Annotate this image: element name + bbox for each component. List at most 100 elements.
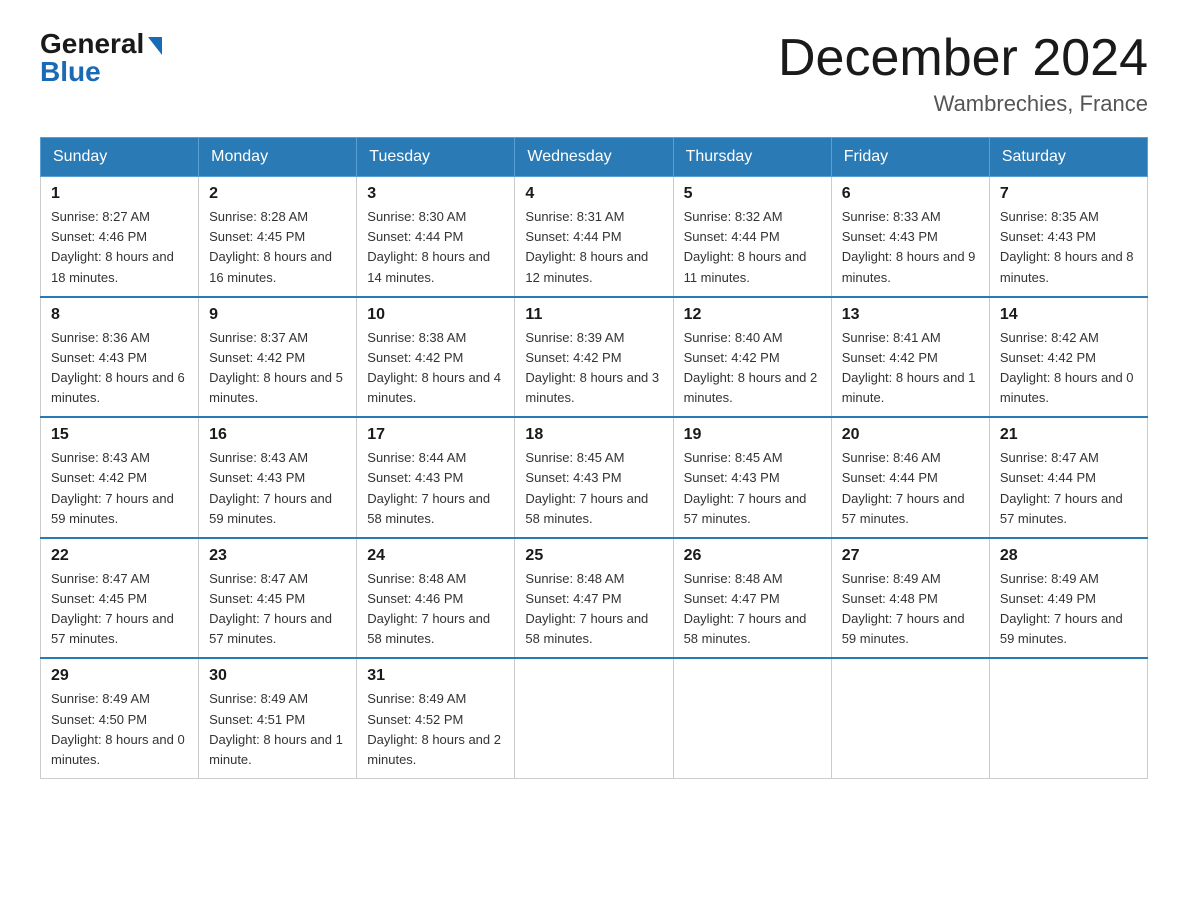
calendar-cell: 15Sunrise: 8:43 AMSunset: 4:42 PMDayligh… <box>41 417 199 538</box>
week-row-5: 29 Sunrise: 8:49 AMSunset: 4:50 PMDayligh… <box>41 658 1148 778</box>
day-info: Sunrise: 8:27 AMSunset: 4:46 PMDaylight:… <box>51 207 188 288</box>
calendar-cell: 3Sunrise: 8:30 AMSunset: 4:44 PMDaylight… <box>357 177 515 297</box>
calendar-cell <box>989 658 1147 778</box>
day-info: Sunrise: 8:48 AMSunset: 4:47 PMDaylight:… <box>684 569 821 650</box>
logo-general: General <box>40 30 144 58</box>
day-number: 28 <box>1000 547 1137 565</box>
day-info: Sunrise: 8:28 AMSunset: 4:45 PMDaylight:… <box>209 207 346 288</box>
day-number: 20 <box>842 426 979 444</box>
day-info: Sunrise: 8:33 AMSunset: 4:43 PMDaylight:… <box>842 207 979 288</box>
day-number: 9 <box>209 306 346 324</box>
day-number: 31 <box>367 667 504 685</box>
day-info: Sunrise: 8:44 AMSunset: 4:43 PMDaylight:… <box>367 448 504 529</box>
calendar-cell: 27 Sunrise: 8:49 AMSunset: 4:48 PMDayligh… <box>831 538 989 659</box>
weekday-header-tuesday: Tuesday <box>357 138 515 177</box>
week-row-4: 22 Sunrise: 8:47 AMSunset: 4:45 PMDayligh… <box>41 538 1148 659</box>
day-info: Sunrise: 8:32 AMSunset: 4:44 PMDaylight:… <box>684 207 821 288</box>
calendar-cell: 5 Sunrise: 8:32 AMSunset: 4:44 PMDaylight… <box>673 177 831 297</box>
day-info: Sunrise: 8:45 AMSunset: 4:43 PMDaylight:… <box>525 448 662 529</box>
calendar-cell: 26 Sunrise: 8:48 AMSunset: 4:47 PMDayligh… <box>673 538 831 659</box>
day-number: 7 <box>1000 185 1137 203</box>
weekday-header-friday: Friday <box>831 138 989 177</box>
calendar-cell: 24 Sunrise: 8:48 AMSunset: 4:46 PMDayligh… <box>357 538 515 659</box>
calendar-table: SundayMondayTuesdayWednesdayThursdayFrid… <box>40 137 1148 779</box>
calendar-cell: 19Sunrise: 8:45 AMSunset: 4:43 PMDayligh… <box>673 417 831 538</box>
day-info: Sunrise: 8:45 AMSunset: 4:43 PMDaylight:… <box>684 448 821 529</box>
logo: General Blue <box>40 30 162 86</box>
day-number: 23 <box>209 547 346 565</box>
day-info: Sunrise: 8:49 AMSunset: 4:50 PMDaylight:… <box>51 689 188 770</box>
day-number: 14 <box>1000 306 1137 324</box>
day-info: Sunrise: 8:38 AMSunset: 4:42 PMDaylight:… <box>367 328 504 409</box>
day-number: 11 <box>525 306 662 324</box>
day-info: Sunrise: 8:42 AMSunset: 4:42 PMDaylight:… <box>1000 328 1137 409</box>
day-number: 25 <box>525 547 662 565</box>
day-info: Sunrise: 8:49 AMSunset: 4:49 PMDaylight:… <box>1000 569 1137 650</box>
calendar-cell: 31 Sunrise: 8:49 AMSunset: 4:52 PMDayligh… <box>357 658 515 778</box>
calendar-cell: 7Sunrise: 8:35 AMSunset: 4:43 PMDaylight… <box>989 177 1147 297</box>
calendar-cell: 16 Sunrise: 8:43 AMSunset: 4:43 PMDayligh… <box>199 417 357 538</box>
day-number: 12 <box>684 306 821 324</box>
calendar-cell: 28 Sunrise: 8:49 AMSunset: 4:49 PMDayligh… <box>989 538 1147 659</box>
weekday-header-monday: Monday <box>199 138 357 177</box>
logo-arrow-icon <box>148 37 162 55</box>
day-info: Sunrise: 8:43 AMSunset: 4:43 PMDaylight:… <box>209 448 346 529</box>
day-number: 24 <box>367 547 504 565</box>
day-info: Sunrise: 8:48 AMSunset: 4:47 PMDaylight:… <box>525 569 662 650</box>
calendar-cell: 13 Sunrise: 8:41 AMSunset: 4:42 PMDayligh… <box>831 297 989 418</box>
weekday-header-wednesday: Wednesday <box>515 138 673 177</box>
month-title: December 2024 <box>778 30 1148 87</box>
weekday-header-saturday: Saturday <box>989 138 1147 177</box>
weekday-header-sunday: Sunday <box>41 138 199 177</box>
day-info: Sunrise: 8:48 AMSunset: 4:46 PMDaylight:… <box>367 569 504 650</box>
day-info: Sunrise: 8:49 AMSunset: 4:48 PMDaylight:… <box>842 569 979 650</box>
calendar-cell: 11 Sunrise: 8:39 AMSunset: 4:42 PMDayligh… <box>515 297 673 418</box>
day-number: 21 <box>1000 426 1137 444</box>
day-number: 22 <box>51 547 188 565</box>
day-info: Sunrise: 8:47 AMSunset: 4:45 PMDaylight:… <box>209 569 346 650</box>
day-info: Sunrise: 8:31 AMSunset: 4:44 PMDaylight:… <box>525 207 662 288</box>
calendar-cell: 29 Sunrise: 8:49 AMSunset: 4:50 PMDayligh… <box>41 658 199 778</box>
day-number: 8 <box>51 306 188 324</box>
day-info: Sunrise: 8:39 AMSunset: 4:42 PMDaylight:… <box>525 328 662 409</box>
day-info: Sunrise: 8:36 AMSunset: 4:43 PMDaylight:… <box>51 328 188 409</box>
day-number: 27 <box>842 547 979 565</box>
calendar-cell: 25 Sunrise: 8:48 AMSunset: 4:47 PMDayligh… <box>515 538 673 659</box>
calendar-cell: 12 Sunrise: 8:40 AMSunset: 4:42 PMDayligh… <box>673 297 831 418</box>
page-header: General Blue December 2024 Wambrechies, … <box>40 30 1148 117</box>
day-number: 4 <box>525 185 662 203</box>
day-number: 30 <box>209 667 346 685</box>
day-number: 6 <box>842 185 979 203</box>
location-title: Wambrechies, France <box>778 91 1148 117</box>
calendar-cell: 23 Sunrise: 8:47 AMSunset: 4:45 PMDayligh… <box>199 538 357 659</box>
day-number: 5 <box>684 185 821 203</box>
week-row-1: 1 Sunrise: 8:27 AMSunset: 4:46 PMDaylight… <box>41 177 1148 297</box>
day-info: Sunrise: 8:40 AMSunset: 4:42 PMDaylight:… <box>684 328 821 409</box>
day-number: 1 <box>51 185 188 203</box>
day-number: 17 <box>367 426 504 444</box>
title-section: December 2024 Wambrechies, France <box>778 30 1148 117</box>
day-number: 29 <box>51 667 188 685</box>
day-number: 26 <box>684 547 821 565</box>
week-row-3: 15Sunrise: 8:43 AMSunset: 4:42 PMDayligh… <box>41 417 1148 538</box>
day-number: 10 <box>367 306 504 324</box>
logo-blue: Blue <box>40 58 101 86</box>
calendar-cell <box>831 658 989 778</box>
day-number: 3 <box>367 185 504 203</box>
calendar-cell <box>673 658 831 778</box>
day-number: 2 <box>209 185 346 203</box>
calendar-cell: 14 Sunrise: 8:42 AMSunset: 4:42 PMDayligh… <box>989 297 1147 418</box>
day-info: Sunrise: 8:41 AMSunset: 4:42 PMDaylight:… <box>842 328 979 409</box>
day-number: 15 <box>51 426 188 444</box>
calendar-cell: 8 Sunrise: 8:36 AMSunset: 4:43 PMDaylight… <box>41 297 199 418</box>
calendar-cell: 18Sunrise: 8:45 AMSunset: 4:43 PMDayligh… <box>515 417 673 538</box>
day-info: Sunrise: 8:47 AMSunset: 4:44 PMDaylight:… <box>1000 448 1137 529</box>
calendar-cell: 22Sunrise: 8:47 AMSunset: 4:45 PMDayligh… <box>41 538 199 659</box>
day-info: Sunrise: 8:49 AMSunset: 4:52 PMDaylight:… <box>367 689 504 770</box>
calendar-cell: 6 Sunrise: 8:33 AMSunset: 4:43 PMDaylight… <box>831 177 989 297</box>
day-info: Sunrise: 8:46 AMSunset: 4:44 PMDaylight:… <box>842 448 979 529</box>
weekday-header-thursday: Thursday <box>673 138 831 177</box>
day-number: 13 <box>842 306 979 324</box>
calendar-cell: 20 Sunrise: 8:46 AMSunset: 4:44 PMDayligh… <box>831 417 989 538</box>
day-number: 16 <box>209 426 346 444</box>
